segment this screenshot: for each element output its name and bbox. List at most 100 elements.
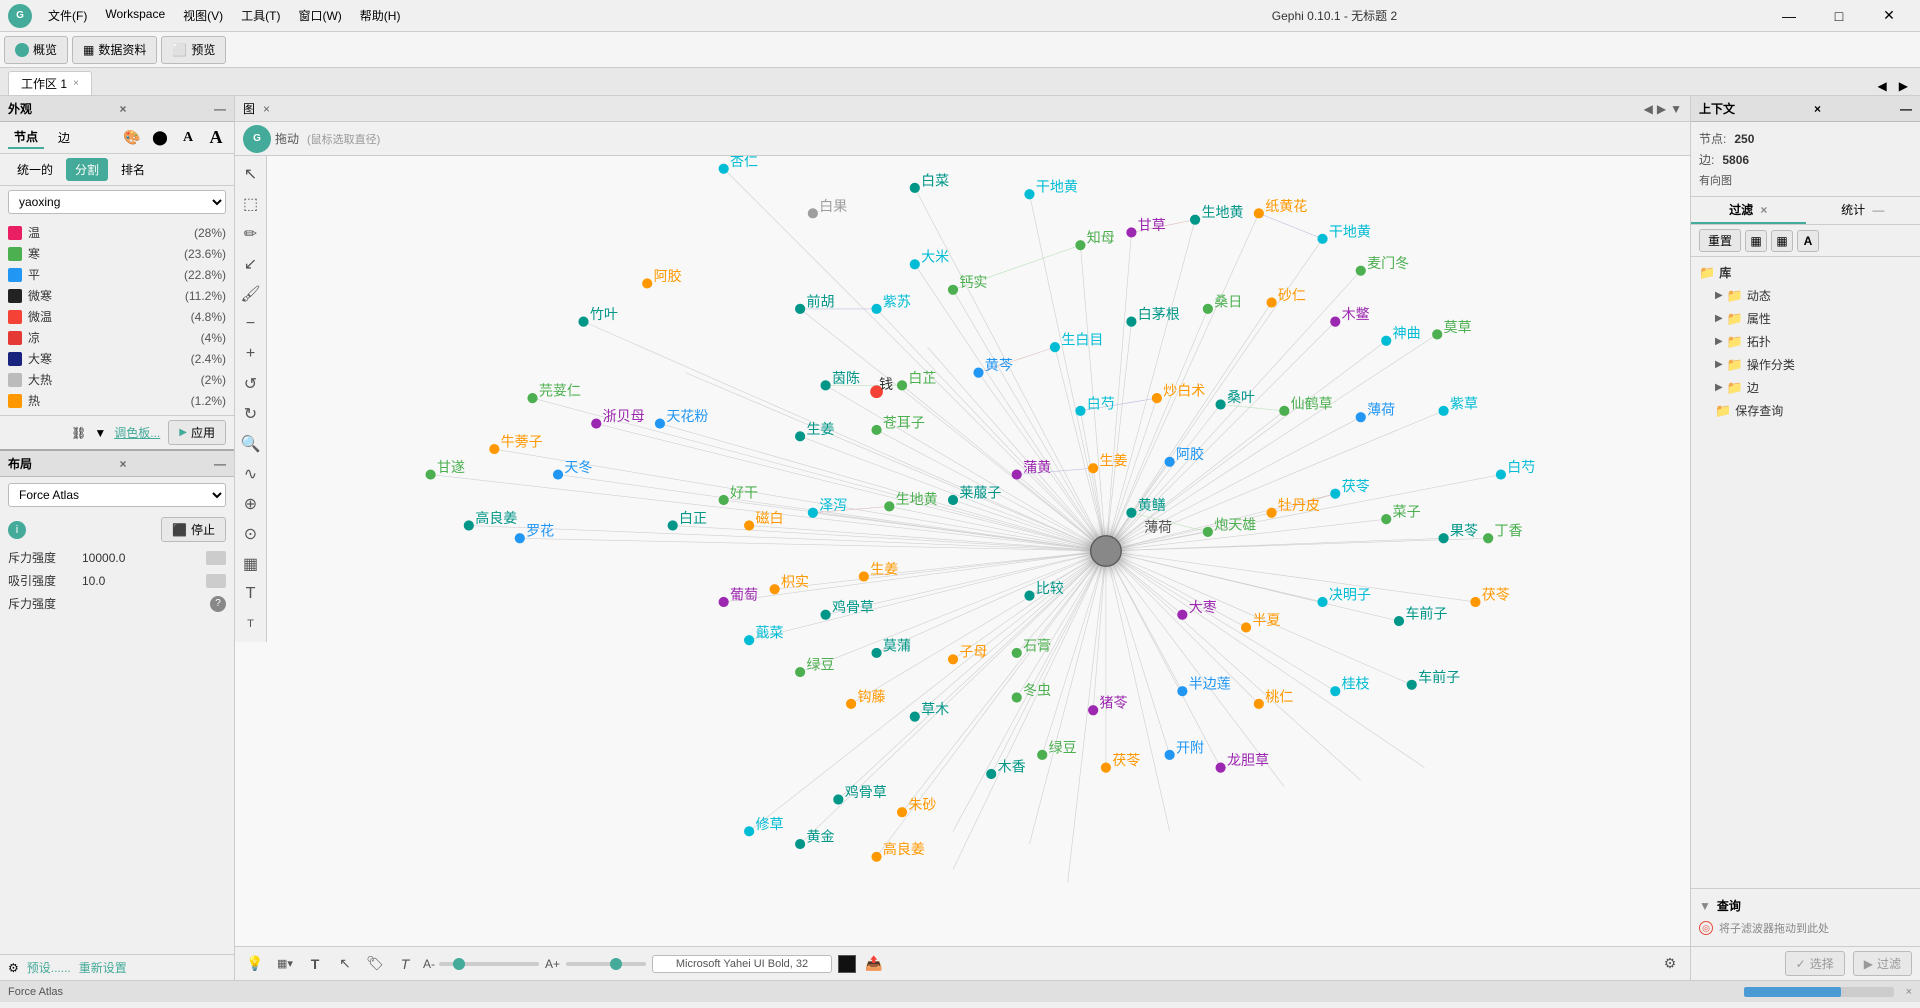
tool-text[interactable]: T bbox=[237, 580, 265, 608]
tag-icon[interactable]: 🏷 bbox=[363, 952, 387, 976]
menu-window[interactable]: 窗口(W) bbox=[290, 3, 349, 28]
param-slider-1[interactable] bbox=[206, 574, 226, 588]
font-size-plus[interactable]: A+ bbox=[545, 957, 560, 971]
export-icon[interactable]: 📤 bbox=[862, 952, 886, 976]
node-24[interactable] bbox=[1203, 304, 1213, 314]
node-91[interactable] bbox=[1470, 597, 1480, 607]
filter-icon-1[interactable]: ▦ bbox=[1745, 230, 1767, 252]
rank-tab-unified[interactable]: 统一的 bbox=[8, 158, 62, 181]
node-19[interactable] bbox=[821, 380, 831, 390]
node-41[interactable] bbox=[744, 520, 754, 530]
color-swatch[interactable] bbox=[838, 955, 856, 973]
info-icon[interactable]: i bbox=[8, 521, 26, 539]
node-7[interactable] bbox=[871, 304, 881, 314]
node-57[interactable] bbox=[1241, 622, 1251, 632]
reset-button[interactable]: 重置 bbox=[1699, 229, 1741, 252]
node-67[interactable] bbox=[1012, 692, 1022, 702]
tree-item-dynamic[interactable]: ▶ 📁 动态 bbox=[1699, 284, 1912, 307]
node-48[interactable] bbox=[1126, 508, 1136, 518]
node-32[interactable] bbox=[871, 425, 881, 435]
node-76[interactable] bbox=[986, 769, 996, 779]
tool-text2[interactable]: T bbox=[237, 610, 265, 638]
tree-item-ops[interactable]: ▶ 📁 操作分类 bbox=[1699, 353, 1912, 376]
tool-node-link[interactable]: ⊕ bbox=[237, 490, 265, 518]
layout-minimize[interactable]: — bbox=[214, 457, 226, 471]
tool-zoom-minus[interactable]: − bbox=[237, 310, 265, 338]
tab-nav-prev[interactable]: ◀ bbox=[1874, 77, 1891, 95]
menu-file[interactable]: 文件(F) bbox=[40, 3, 95, 28]
graph-canvas[interactable]: 薄荷 杏仁 白果 白菜 干地黄 大米 阿胶 前胡 bbox=[267, 156, 1690, 946]
node-38[interactable] bbox=[1438, 406, 1448, 416]
node-50[interactable] bbox=[1266, 508, 1276, 518]
stats-tab-settings[interactable]: — bbox=[1872, 203, 1884, 217]
tree-item-topology[interactable]: ▶ 📁 拓扑 bbox=[1699, 330, 1912, 353]
grid-icon[interactable]: ▦▾ bbox=[273, 952, 297, 976]
tool-rectangle-select[interactable]: ⬚ bbox=[237, 190, 265, 218]
minimize-button[interactable]: — bbox=[1766, 0, 1812, 32]
context-minimize[interactable]: — bbox=[1900, 102, 1912, 116]
node-6[interactable] bbox=[795, 304, 805, 314]
node-3[interactable] bbox=[1024, 189, 1034, 199]
node-4[interactable] bbox=[910, 259, 920, 269]
node-51[interactable] bbox=[1330, 489, 1340, 499]
node-80[interactable] bbox=[770, 584, 780, 594]
node-28[interactable] bbox=[1432, 329, 1442, 339]
rank-tab-partition[interactable]: 分割 bbox=[66, 158, 108, 181]
filter-icon-2[interactable]: ▦ bbox=[1771, 230, 1793, 252]
size-icon[interactable]: ⬤ bbox=[150, 128, 170, 148]
node-74[interactable] bbox=[1101, 763, 1111, 773]
rank-tab-ranking[interactable]: 排名 bbox=[112, 158, 154, 181]
node-81[interactable] bbox=[464, 520, 474, 530]
node-35[interactable] bbox=[1216, 399, 1226, 409]
node-8[interactable] bbox=[948, 285, 958, 295]
palette-link[interactable]: 调色板... bbox=[114, 424, 160, 441]
node-9[interactable] bbox=[1075, 240, 1085, 250]
tool-magnify[interactable]: 🔍 bbox=[237, 430, 265, 458]
tool-path[interactable]: ∿ bbox=[237, 460, 265, 488]
node-70[interactable] bbox=[1254, 699, 1264, 709]
node-68[interactable] bbox=[1088, 705, 1098, 715]
apply-button[interactable]: ▶ 应用 bbox=[168, 420, 226, 445]
node-30[interactable] bbox=[553, 469, 563, 479]
node-5[interactable] bbox=[642, 278, 652, 288]
label-size-icon[interactable]: A bbox=[206, 128, 226, 148]
menu-workspace[interactable]: Workspace bbox=[97, 3, 173, 28]
node-47[interactable] bbox=[1165, 457, 1175, 467]
canvas-close[interactable]: × bbox=[263, 102, 270, 116]
node-62[interactable] bbox=[871, 648, 881, 658]
tab-nav-next[interactable]: ▶ bbox=[1895, 77, 1912, 95]
tool-undo[interactable]: ↻ bbox=[237, 400, 265, 428]
node-84[interactable] bbox=[833, 794, 843, 804]
canvas-settings-icon[interactable]: ⚙ bbox=[1658, 952, 1682, 976]
text-edit-icon[interactable]: T bbox=[393, 952, 417, 976]
label-color-icon[interactable]: A bbox=[178, 128, 198, 148]
node-0[interactable] bbox=[719, 164, 729, 174]
node-45[interactable] bbox=[1012, 469, 1022, 479]
node-83[interactable] bbox=[515, 533, 525, 543]
appearance-minimize[interactable]: — bbox=[214, 102, 226, 116]
node-26[interactable] bbox=[1330, 317, 1340, 327]
node-2[interactable] bbox=[910, 183, 920, 193]
font-opacity-slider[interactable] bbox=[566, 962, 646, 966]
node-82[interactable] bbox=[426, 469, 436, 479]
node-23[interactable] bbox=[1126, 317, 1136, 327]
node-40[interactable] bbox=[668, 520, 678, 530]
node-60[interactable] bbox=[1012, 648, 1022, 658]
node-11[interactable] bbox=[1190, 215, 1200, 225]
tool-zoom-plus[interactable]: + bbox=[237, 340, 265, 368]
canvas-nav-down[interactable]: ▼ bbox=[1670, 102, 1682, 116]
tab-filter[interactable]: 过滤 × bbox=[1691, 197, 1806, 224]
node-61[interactable] bbox=[948, 654, 958, 664]
layout-dropdown[interactable]: Force Atlas bbox=[8, 483, 226, 507]
node-79[interactable] bbox=[719, 597, 729, 607]
param-slider-0[interactable] bbox=[206, 551, 226, 565]
close-button[interactable]: ✕ bbox=[1866, 0, 1912, 32]
tool-lasso[interactable]: ↙ bbox=[237, 250, 265, 278]
maximize-button[interactable]: □ bbox=[1816, 0, 1862, 32]
color-icon[interactable]: 🎨 bbox=[122, 128, 142, 148]
cursor-icon[interactable]: ↖ bbox=[333, 952, 357, 976]
tool-rotate[interactable]: ↺ bbox=[237, 370, 265, 398]
menu-tools[interactable]: 工具(T) bbox=[233, 3, 288, 28]
node-15[interactable] bbox=[578, 317, 588, 327]
node-10[interactable] bbox=[1126, 227, 1136, 237]
